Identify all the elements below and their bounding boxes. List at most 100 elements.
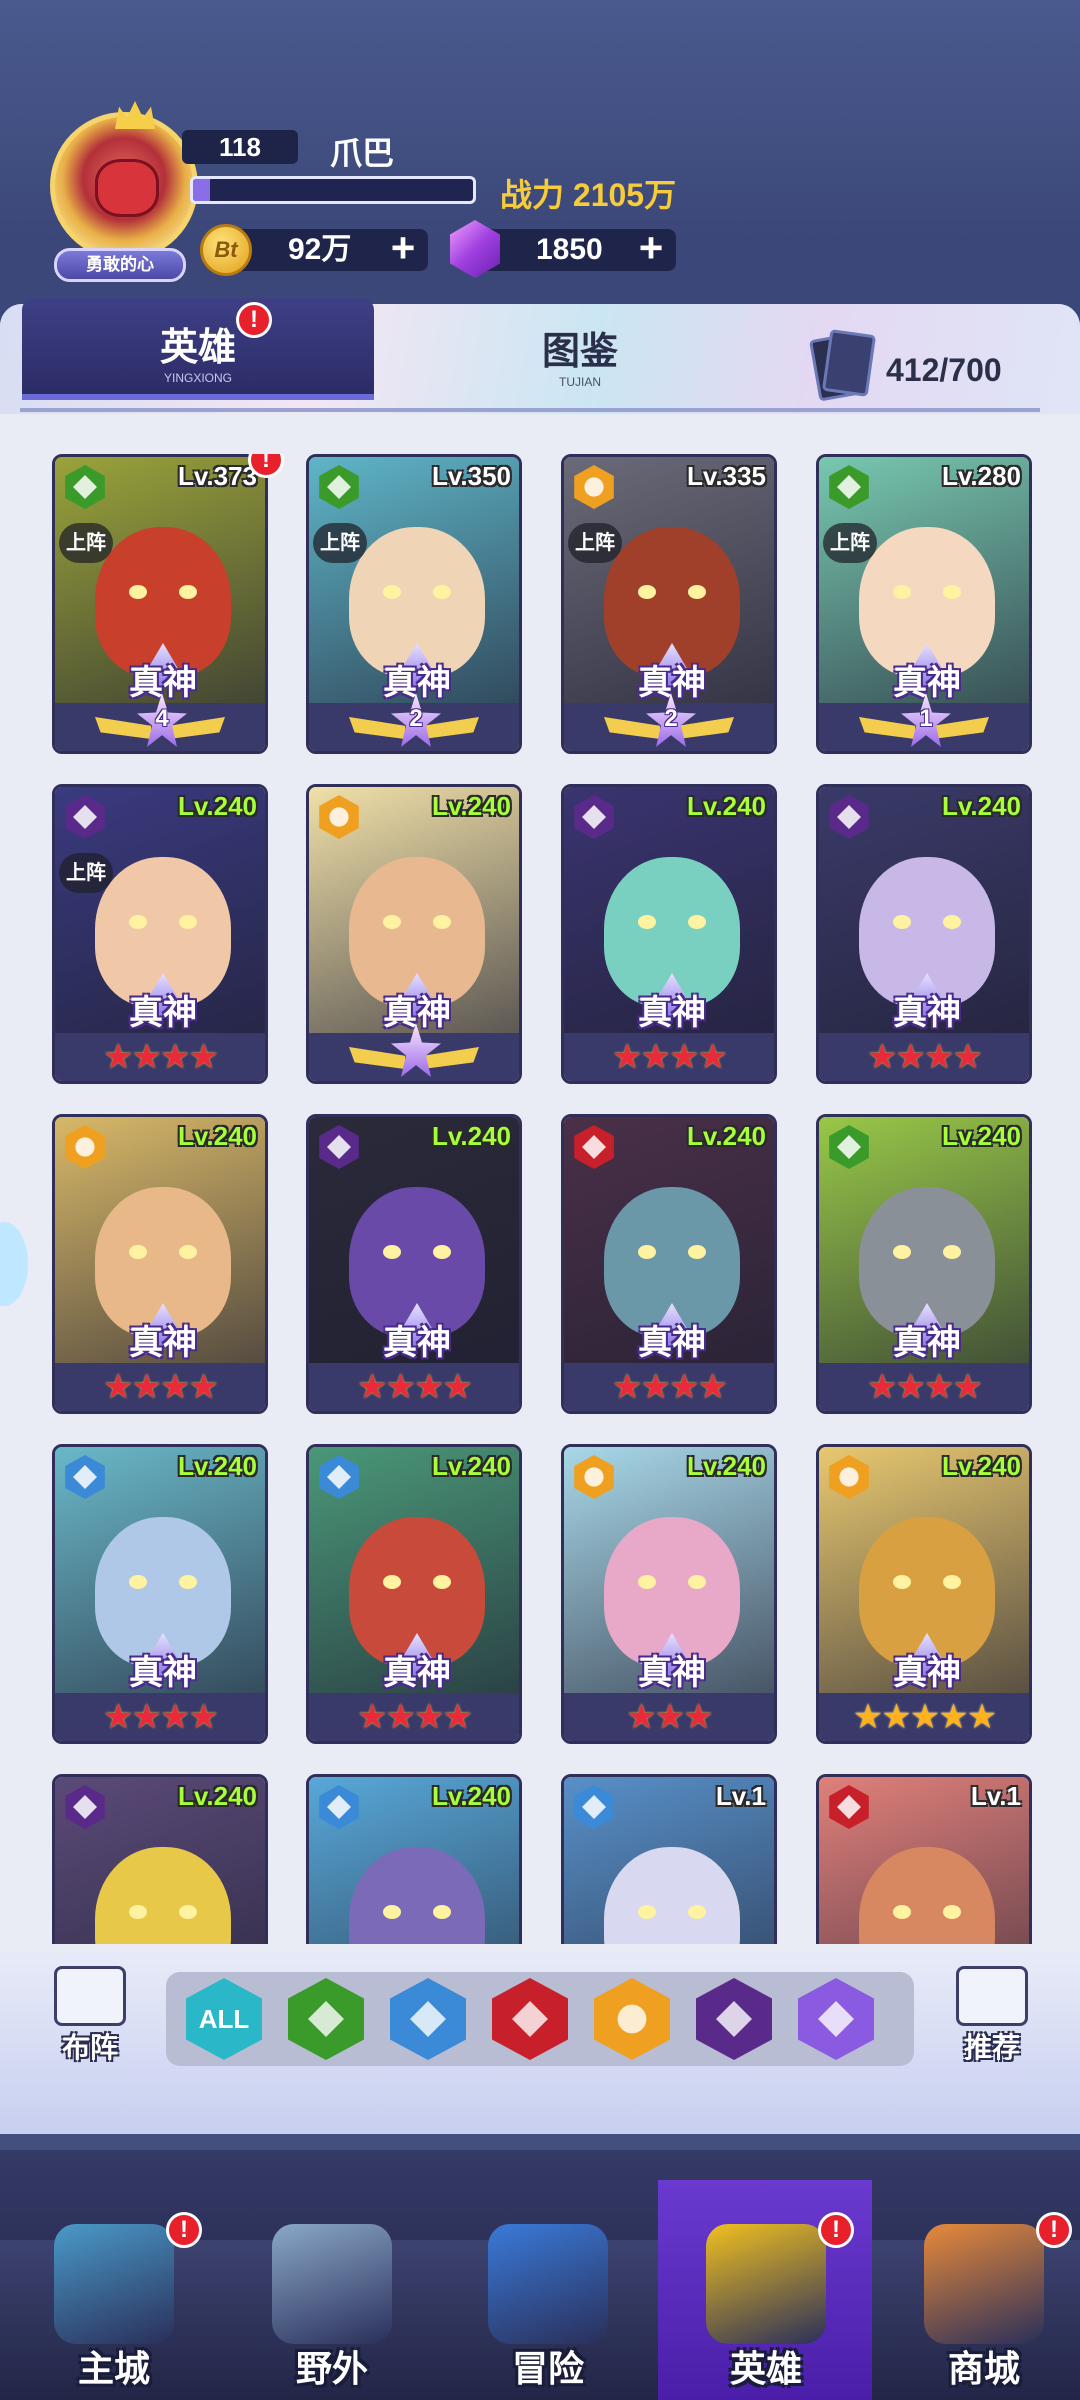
hero-eye xyxy=(179,1575,197,1589)
tab-hero[interactable]: 英雄 YINGXIONG ! xyxy=(22,298,374,400)
rank-label: 真神 xyxy=(383,1324,451,1362)
hero-eye xyxy=(638,915,656,929)
hero-level: Lv.240 xyxy=(177,791,257,821)
card-footer: ★★★★ xyxy=(819,1033,1029,1081)
hero-eye xyxy=(129,1245,147,1259)
add-coin-button[interactable]: + xyxy=(386,227,420,269)
filter-fury-button[interactable] xyxy=(492,1978,568,2060)
wing-emblem: 2 xyxy=(309,693,519,751)
rank-emblem: 真神 xyxy=(622,973,722,1035)
hero-eye xyxy=(433,1575,451,1589)
hero-card[interactable]: Lv.240 xyxy=(306,1774,522,1944)
element-glyph xyxy=(327,1135,351,1159)
hero-card[interactable]: Lv.240 上阵 真神 ★★★★ xyxy=(52,784,268,1084)
hero-level: Lv.240 xyxy=(431,791,511,821)
light-icon xyxy=(617,2004,647,2034)
filter-all-button[interactable]: ALL xyxy=(186,1978,262,2060)
filter-light-button[interactable] xyxy=(594,1978,670,2060)
star-rating: ★★★★ xyxy=(612,1368,728,1406)
hero-eye xyxy=(129,915,147,929)
adventure-icon xyxy=(488,2224,608,2344)
nav-hero[interactable]: 英雄! xyxy=(666,2200,866,2400)
coin-icon: Bt xyxy=(200,224,252,276)
nav-field[interactable]: 野外 xyxy=(232,2200,432,2400)
card-footer: ★★★★★ xyxy=(819,1693,1029,1741)
card-footer: ★★★★ xyxy=(309,1693,519,1741)
hero-card[interactable]: Lv.240 真神 ★★★★★ xyxy=(816,1444,1032,1744)
hero-card[interactable]: Lv.240 真神 xyxy=(306,784,522,1084)
nav-adventure[interactable]: 冒险 xyxy=(448,2200,648,2400)
player-level: 118 xyxy=(182,130,298,164)
nav-shop[interactable]: 商城! xyxy=(884,2200,1080,2400)
tab-codex[interactable]: 图鉴 TUJIAN xyxy=(440,312,720,402)
wing-emblem: 4 xyxy=(55,693,265,751)
rank-emblem: 真神 xyxy=(877,1303,977,1365)
nature-icon xyxy=(308,2001,344,2037)
hero-card[interactable]: Lv.240 真神 ★★★★ xyxy=(816,1114,1032,1414)
hero-card[interactable]: Lv.240 真神 ★★★★ xyxy=(816,784,1032,1084)
rank-emblem: 真神 xyxy=(622,1633,722,1695)
rank-label: 真神 xyxy=(893,994,961,1032)
hero-eye xyxy=(943,915,961,929)
hero-card[interactable]: Lv.240 真神 ★★★★ xyxy=(52,1444,268,1744)
card-footer: 4 xyxy=(55,693,265,751)
star-rating: ★★★★ xyxy=(103,1038,219,1076)
hero-eye xyxy=(179,1905,197,1919)
element-glyph xyxy=(73,805,97,829)
xp-fill xyxy=(193,179,210,201)
recommend-button[interactable]: 推荐 xyxy=(944,1966,1040,2070)
hero-eye xyxy=(638,1245,656,1259)
hero-level: Lv.280 xyxy=(941,461,1021,491)
hero-level: Lv.1 xyxy=(715,1781,766,1811)
hero-card[interactable]: Lv.240 xyxy=(52,1774,268,1944)
coin-value: 92万 xyxy=(288,233,352,266)
add-gem-button[interactable]: + xyxy=(634,227,668,269)
tab-hero-label: 英雄 xyxy=(159,327,236,369)
city-icon xyxy=(54,2224,174,2344)
star-rating: ★★★★ xyxy=(357,1698,473,1736)
void-icon xyxy=(716,2001,752,2037)
hero-card[interactable]: Lv.373 上阵 真神 4 xyxy=(52,454,268,754)
avatar-portrait xyxy=(95,159,159,217)
hero-eye xyxy=(433,915,451,929)
hero-card[interactable]: Lv.240 真神 ★★★★ xyxy=(561,1114,777,1414)
formation-button[interactable]: 布阵 xyxy=(42,1966,138,2070)
hero-eye xyxy=(179,1245,197,1259)
hero-card[interactable]: Lv.240 真神 ★★★★ xyxy=(561,784,777,1084)
deployed-badge: 上阵 xyxy=(568,523,622,563)
hero-card[interactable]: Lv.1 xyxy=(561,1774,777,1944)
wing-count: 4 xyxy=(155,705,169,732)
hero-card[interactable]: Lv.1 xyxy=(816,1774,1032,1944)
wing-count: 2 xyxy=(409,705,423,732)
hero-card[interactable]: Lv.335 上阵 真神 2 xyxy=(561,454,777,754)
star-rating: ★★★★ xyxy=(103,1698,219,1736)
nav-label: 冒险 xyxy=(511,2348,584,2389)
field-icon xyxy=(272,2224,392,2344)
hero-card[interactable]: Lv.350 上阵 真神 2 xyxy=(306,454,522,754)
alert-badge: ! xyxy=(166,2212,202,2248)
hero-level: Lv.240 xyxy=(177,1121,257,1151)
hero-eye xyxy=(688,1905,706,1919)
hero-figure xyxy=(349,1847,485,1944)
filter-all-label: ALL xyxy=(198,2003,250,2034)
hero-card[interactable]: Lv.240 真神 ★★★ xyxy=(561,1444,777,1744)
filter-arcane-button[interactable] xyxy=(798,1978,874,2060)
collection-count: 412/700 xyxy=(886,352,1002,388)
hero-card[interactable]: Lv.240 真神 ★★★★ xyxy=(52,1114,268,1414)
filter-nature-button[interactable] xyxy=(288,1978,364,2060)
hero-card[interactable]: Lv.280 上阵 真神 1 xyxy=(816,454,1032,754)
wing-count: 1 xyxy=(919,705,933,732)
filter-void-button[interactable] xyxy=(696,1978,772,2060)
star-rating: ★★★★ xyxy=(867,1368,983,1406)
rank-emblem: 真神 xyxy=(113,643,213,705)
filter-water-button[interactable] xyxy=(390,1978,466,2060)
hero-card[interactable]: Lv.240 真神 ★★★★ xyxy=(306,1444,522,1744)
hero-level: Lv.240 xyxy=(941,1451,1021,1481)
hero-card[interactable]: Lv.240 真神 ★★★★ xyxy=(306,1114,522,1414)
player-avatar[interactable] xyxy=(50,101,198,260)
alert-badge: ! xyxy=(236,302,272,338)
nav-city[interactable]: 主城! xyxy=(14,2200,214,2400)
hero-level: Lv.240 xyxy=(177,1451,257,1481)
hero-eye xyxy=(943,585,961,599)
element-glyph xyxy=(73,1465,97,1489)
